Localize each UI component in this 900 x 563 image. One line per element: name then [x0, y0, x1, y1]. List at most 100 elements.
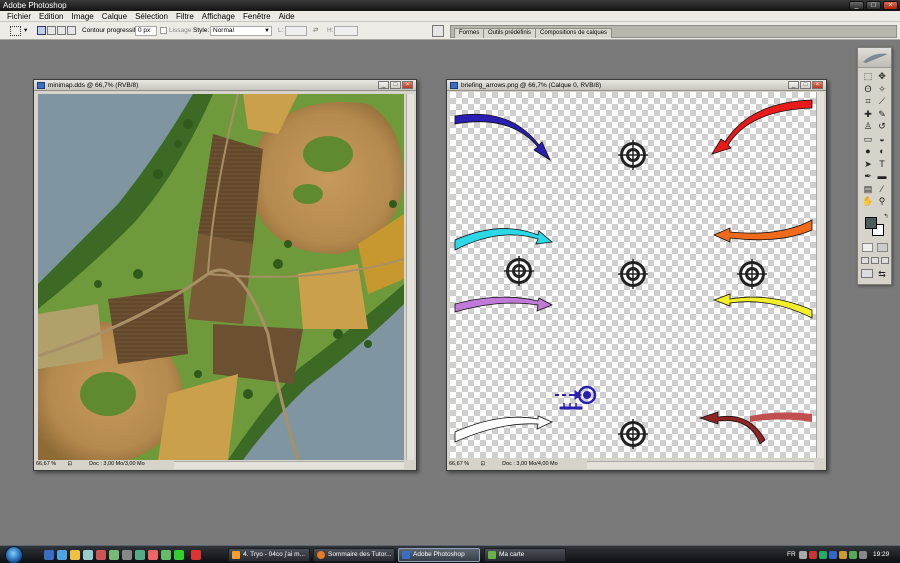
- imageready-icon[interactable]: ⇆: [876, 269, 888, 279]
- menu-image[interactable]: Image: [67, 11, 97, 22]
- pen-icon[interactable]: ✒: [862, 171, 874, 182]
- dodge-icon[interactable]: ◐: [876, 146, 888, 157]
- bucket-icon[interactable]: ◒: [876, 134, 888, 145]
- tray-network-icon[interactable]: [829, 551, 837, 559]
- lasso-icon[interactable]: ʘ: [862, 84, 874, 95]
- shape-icon[interactable]: ▬: [876, 171, 888, 182]
- hand-icon[interactable]: ✋: [862, 196, 874, 207]
- crop-icon[interactable]: ⌗: [862, 96, 874, 107]
- doc-maximize-button[interactable]: □: [800, 81, 811, 89]
- close-button[interactable]: ×: [883, 1, 898, 10]
- taskbar-item-ma-carte[interactable]: Ma carte: [484, 548, 566, 562]
- width-input[interactable]: [285, 26, 307, 36]
- media-icon[interactable]: [96, 550, 106, 560]
- foreground-color-swatch[interactable]: [865, 217, 877, 229]
- menu-calque[interactable]: Calque: [98, 11, 131, 22]
- height-input[interactable]: [334, 26, 358, 36]
- path-select-icon[interactable]: ➤: [862, 159, 874, 170]
- status-info-icon[interactable]: ⊡: [481, 460, 501, 469]
- slice-icon[interactable]: ⟋: [876, 96, 888, 107]
- folder-icon[interactable]: [70, 550, 80, 560]
- doc-titlebar[interactable]: briefing_arrows.png @ 66,7% (Calque 0, R…: [447, 80, 826, 91]
- tool-icon[interactable]: [191, 550, 201, 560]
- arrows-canvas[interactable]: [450, 92, 816, 458]
- menu-edition[interactable]: Edition: [35, 11, 67, 22]
- subtract-selection-icon[interactable]: [57, 26, 66, 35]
- doc-minimize-button[interactable]: _: [788, 81, 799, 89]
- swap-colors-icon[interactable]: ↰: [880, 212, 892, 223]
- zoom-readout[interactable]: 66,67 %: [449, 460, 479, 469]
- tab-formes[interactable]: Formes: [454, 28, 485, 38]
- taskbar-item-firefox[interactable]: Sommaire des Tutor...: [313, 548, 395, 562]
- show-desktop-icon[interactable]: [44, 550, 54, 560]
- maximize-button[interactable]: □: [866, 1, 881, 10]
- move-icon[interactable]: ✥: [876, 71, 888, 82]
- tray-volume-icon[interactable]: [839, 551, 847, 559]
- eyedropper-icon[interactable]: ⁄: [876, 184, 888, 195]
- menu-fenetre[interactable]: Fenêtre: [239, 11, 275, 22]
- tray-arrow-icon[interactable]: [799, 551, 807, 559]
- swap-dimensions-icon[interactable]: ⇄: [313, 26, 318, 36]
- new-selection-icon[interactable]: [37, 26, 46, 35]
- doc-close-button[interactable]: ×: [812, 81, 823, 89]
- doc-minimize-button[interactable]: _: [378, 81, 389, 89]
- shield-icon[interactable]: [161, 550, 171, 560]
- language-indicator[interactable]: FR: [787, 546, 796, 563]
- intersect-selection-icon[interactable]: [67, 26, 76, 35]
- type-icon[interactable]: T: [876, 159, 888, 170]
- healing-icon[interactable]: ✚: [862, 109, 874, 120]
- history-brush-icon[interactable]: ↺: [876, 121, 888, 132]
- screen-mode-standard-icon[interactable]: [861, 257, 869, 264]
- jump-to-imageready-icon[interactable]: [861, 269, 873, 278]
- tools-palette-header[interactable]: [858, 48, 891, 68]
- menu-selection[interactable]: Sélection: [131, 11, 172, 22]
- tray-antivirus-icon[interactable]: [819, 551, 827, 559]
- screen-mode-full-icon[interactable]: [881, 257, 889, 264]
- menu-aide[interactable]: Aide: [275, 11, 299, 22]
- app-quicklaunch-icon[interactable]: [83, 550, 93, 560]
- marquee-preset-icon[interactable]: [10, 26, 21, 36]
- magic-wand-icon[interactable]: ✧: [876, 84, 888, 95]
- status-info-icon[interactable]: ⊡: [68, 460, 88, 469]
- standard-mode-icon[interactable]: [862, 243, 873, 252]
- vertical-scrollbar[interactable]: [816, 92, 824, 458]
- menu-fichier[interactable]: Fichier: [3, 11, 35, 22]
- clock[interactable]: 19:29: [873, 546, 889, 563]
- marquee-icon[interactable]: ⬚: [862, 71, 874, 82]
- brush-icon[interactable]: ✎: [876, 109, 888, 120]
- zoom-readout[interactable]: 66,67 %: [36, 460, 66, 469]
- notes-icon[interactable]: ▤: [862, 184, 874, 195]
- stamp-icon[interactable]: ♙: [862, 121, 874, 132]
- menu-affichage[interactable]: Affichage: [198, 11, 239, 22]
- doc-close-button[interactable]: ×: [402, 81, 413, 89]
- tray-app-icon[interactable]: [859, 551, 867, 559]
- palette-well-icon[interactable]: [432, 25, 444, 37]
- doc-window-minimap[interactable]: minimap.dds @ 66,7% (RVB/8) _ □ × 66,67 …: [33, 79, 417, 471]
- horizontal-scrollbar[interactable]: [174, 461, 404, 469]
- preset-dropdown-arrow-icon[interactable]: ▾: [24, 26, 27, 36]
- download-icon[interactable]: [122, 550, 132, 560]
- menu-filtre[interactable]: Filtre: [172, 11, 198, 22]
- taskbar-item-media-player[interactable]: 4. Tryo - 04co j'ai m...: [228, 548, 310, 562]
- screen-mode-full-menu-icon[interactable]: [871, 257, 879, 264]
- taskbar-item-photoshop[interactable]: Adobe Photoshop: [398, 548, 480, 562]
- eraser-icon[interactable]: ▭: [862, 134, 874, 145]
- tray-flag-icon[interactable]: [809, 551, 817, 559]
- horizontal-scrollbar[interactable]: [587, 461, 814, 469]
- star-icon[interactable]: [148, 550, 158, 560]
- tab-outils-predefinis[interactable]: Outils prédéfinis: [483, 28, 537, 38]
- style-select[interactable]: Normal ▼: [210, 26, 272, 36]
- minimap-canvas[interactable]: [38, 94, 404, 460]
- doc-titlebar[interactable]: minimap.dds @ 66,7% (RVB/8) _ □ ×: [34, 80, 416, 91]
- vpn-icon[interactable]: [174, 550, 184, 560]
- feather-input[interactable]: 0 px: [135, 26, 157, 36]
- start-button[interactable]: [5, 546, 23, 563]
- vertical-scrollbar[interactable]: [406, 94, 414, 460]
- minimize-button[interactable]: _: [849, 1, 864, 10]
- game-icon[interactable]: [135, 550, 145, 560]
- tab-compositions-calques[interactable]: Compositions de calques: [535, 28, 613, 38]
- tray-update-icon[interactable]: [849, 551, 857, 559]
- antialias-checkbox[interactable]: Lissage: [160, 26, 191, 36]
- add-selection-icon[interactable]: [47, 26, 56, 35]
- doc-window-briefing-arrows[interactable]: briefing_arrows.png @ 66,7% (Calque 0, R…: [446, 79, 827, 471]
